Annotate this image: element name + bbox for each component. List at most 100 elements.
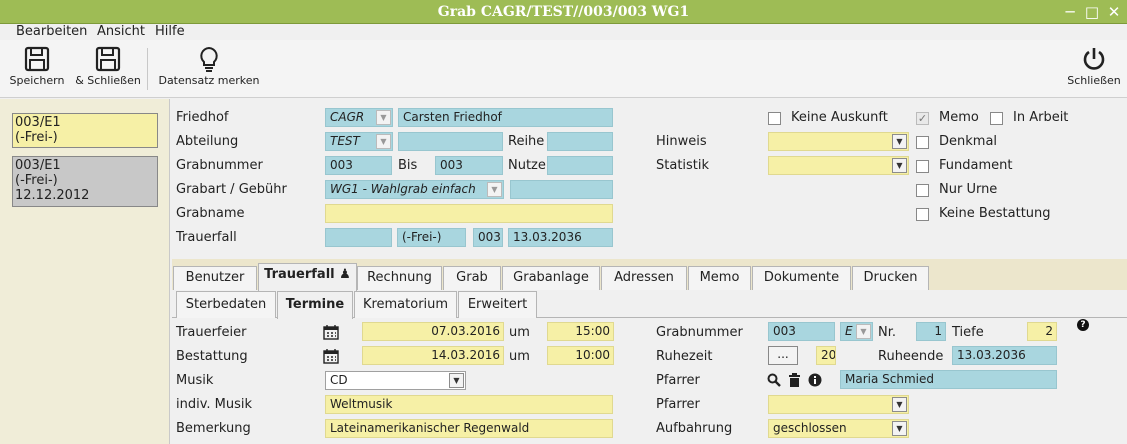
grabname-label: Grabname	[176, 206, 245, 221]
statistik-select[interactable]: ▼	[768, 156, 909, 175]
hinweis-select[interactable]: ▼	[768, 132, 909, 151]
chevron-down-icon[interactable]: ▼	[487, 182, 502, 197]
statistik-label: Statistik	[656, 158, 710, 173]
pfarrer-label: Pfarrer	[656, 373, 700, 388]
record-card[interactable]: 003/E1 (-Frei-) 12.12.2012	[12, 156, 158, 207]
ruhezeit-button[interactable]: ...	[768, 346, 798, 365]
memo-checkbox[interactable]: ✓	[916, 112, 929, 125]
menu-hilfe[interactable]: Hilfe	[155, 24, 185, 39]
ruheende-field[interactable]: 13.03.2036	[952, 346, 1057, 365]
keine-bestattung-checkbox[interactable]	[916, 208, 929, 221]
pfarrer2-select[interactable]: ▼	[768, 395, 909, 414]
keine-auskunft-label: Keine Auskunft	[791, 110, 888, 125]
denkmal-label: Denkmal	[939, 134, 998, 149]
reihe-field[interactable]	[547, 132, 613, 151]
aufbahrung-select[interactable]: geschlossen ▼	[768, 419, 909, 438]
power-icon	[1083, 48, 1105, 70]
tab-memo[interactable]: Memo	[688, 266, 751, 290]
trauerfeier-date-field[interactable]: 07.03.2016	[362, 322, 504, 341]
subtab-sterbedaten[interactable]: Sterbedaten	[176, 291, 276, 318]
search-icon[interactable]	[767, 373, 781, 387]
bestattung-time-field[interactable]: 10:00	[547, 346, 614, 365]
trash-icon[interactable]	[788, 373, 801, 387]
tab-grab[interactable]: Grab	[443, 266, 501, 290]
record-card[interactable]: 003/E1 (-Frei-)	[12, 113, 158, 148]
nr-field[interactable]: 1	[916, 322, 946, 341]
save-button[interactable]: Speichern	[6, 42, 68, 87]
bis-label: Bis	[398, 158, 418, 173]
gebuehr-field[interactable]	[510, 180, 613, 199]
subtab-krematorium[interactable]: Krematorium	[354, 291, 457, 318]
trauerfall-status-field[interactable]: (-Frei-)	[397, 228, 466, 247]
calendar-icon[interactable]	[323, 348, 339, 364]
grabnummer-to-field[interactable]: 003	[435, 156, 503, 175]
nur-urne-checkbox[interactable]	[916, 184, 929, 197]
remember-record-button[interactable]: Datensatz merken	[155, 42, 263, 87]
close-icon[interactable]: ✕	[1105, 3, 1123, 21]
in-arbeit-checkbox[interactable]	[990, 112, 1003, 125]
trauerfall-date-field[interactable]: 13.03.2036	[508, 228, 613, 247]
trauerfall-label: Trauerfall	[176, 230, 237, 245]
record-card-line: 003/E1	[15, 115, 61, 130]
ruhezeit-field[interactable]: 20	[816, 346, 836, 365]
friedhof-code-select[interactable]: CAGR ▼	[325, 108, 393, 127]
maximize-icon[interactable]: □	[1083, 3, 1101, 21]
grabname-field[interactable]	[325, 204, 613, 223]
hinweis-label: Hinweis	[656, 134, 707, 149]
bemerkung-label: Bemerkung	[176, 421, 251, 436]
window-title: Grab CAGR/TEST//003/003 WG1	[437, 4, 690, 20]
chevron-down-icon[interactable]: ▼	[892, 158, 907, 173]
bestattung-label: Bestattung	[176, 349, 248, 364]
calendar-icon[interactable]	[323, 324, 339, 340]
nutze-field[interactable]	[547, 156, 613, 175]
indiv-musik-field[interactable]: Weltmusik	[325, 395, 613, 414]
save-close-button[interactable]: & Schließen	[74, 42, 142, 87]
subtab-termine[interactable]: Termine	[277, 291, 353, 319]
bestattung-date-field[interactable]: 14.03.2016	[362, 346, 504, 365]
tab-dokumente[interactable]: Dokumente	[752, 266, 851, 290]
tab-benutzer[interactable]: Benutzer	[173, 266, 257, 290]
info-icon[interactable]	[808, 373, 822, 387]
trauerfall-id-field[interactable]	[325, 228, 392, 247]
fundament-checkbox[interactable]	[916, 160, 929, 173]
person-icon: ♟	[339, 267, 351, 282]
keine-auskunft-checkbox[interactable]	[768, 112, 781, 125]
chevron-down-icon[interactable]: ▼	[449, 373, 464, 388]
denkmal-checkbox[interactable]	[916, 136, 929, 149]
tab-rechnung[interactable]: Rechnung	[357, 266, 442, 290]
in-arbeit-label: In Arbeit	[1013, 110, 1069, 125]
chevron-down-icon[interactable]: ▼	[892, 134, 907, 149]
friedhof-name-field[interactable]: Carsten Friedhof	[398, 108, 613, 127]
musik-select[interactable]: CD ▼	[325, 371, 466, 390]
close-button[interactable]: Schließen	[1064, 42, 1124, 87]
chevron-down-icon[interactable]: ▼	[376, 110, 391, 125]
ruheende-label: Ruheende	[878, 349, 944, 364]
abteilung-code-select[interactable]: TEST ▼	[325, 132, 393, 151]
minimize-icon[interactable]: ─	[1061, 3, 1079, 21]
tab-adressen[interactable]: Adressen	[601, 266, 687, 290]
abteilung-name-field[interactable]	[398, 132, 503, 151]
pfarrer-field[interactable]: Maria Schmied	[840, 370, 1057, 389]
grab-suffix-select[interactable]: E ▼	[840, 322, 873, 341]
subtab-erweitert[interactable]: Erweitert	[458, 291, 537, 318]
menu-ansicht[interactable]: Ansicht	[97, 24, 145, 39]
tab-grabanlage[interactable]: Grabanlage	[502, 266, 600, 290]
tab-trauerfall-label: Trauerfall	[264, 267, 335, 282]
help-icon[interactable]: ?	[1077, 319, 1089, 331]
trauerfall-nr-field[interactable]: 003	[473, 228, 503, 247]
tab-trauerfall[interactable]: Trauerfall ♟	[258, 263, 357, 291]
tiefe-field[interactable]: 2	[1027, 322, 1057, 341]
menu-bearbeiten[interactable]: Bearbeiten	[16, 24, 87, 39]
grabart-select[interactable]: WG1 - Wahlgrab einfach ▼	[325, 180, 504, 199]
grabnummer-from-field[interactable]: 003	[325, 156, 392, 175]
grabnummer-label: Grabnummer	[656, 325, 743, 340]
grabnummer-field[interactable]: 003	[768, 322, 835, 341]
chevron-down-icon[interactable]: ▼	[892, 421, 907, 436]
bemerkung-field[interactable]: Lateinamerikanischer Regenwald	[325, 419, 613, 438]
chevron-down-icon[interactable]: ▼	[376, 134, 391, 149]
tab-drucken[interactable]: Drucken	[852, 266, 929, 290]
chevron-down-icon[interactable]: ▼	[856, 324, 871, 339]
chevron-down-icon[interactable]: ▼	[892, 397, 907, 412]
save-close-label: & Schließen	[75, 74, 141, 87]
trauerfeier-time-field[interactable]: 15:00	[547, 322, 614, 341]
